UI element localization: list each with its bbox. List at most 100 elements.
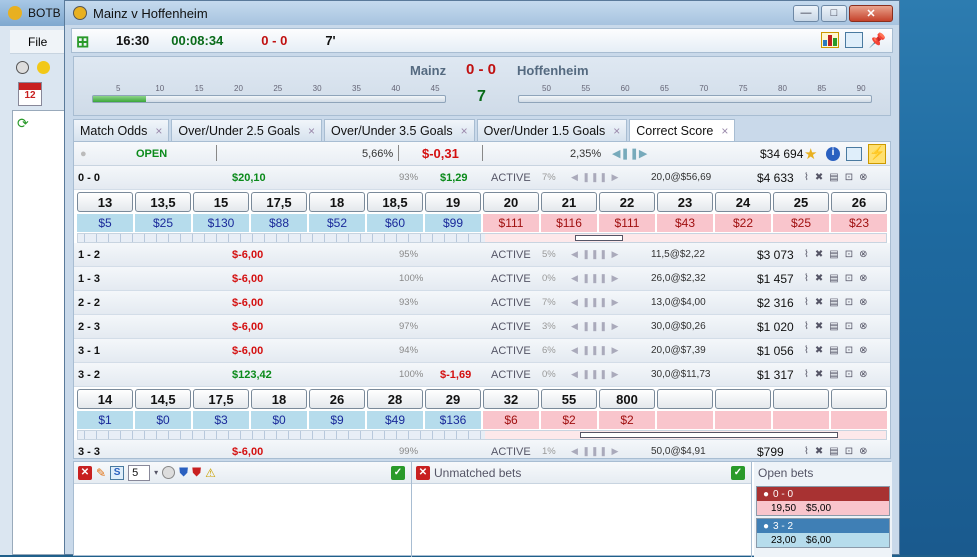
- back-amount[interactable]: $3: [193, 411, 249, 429]
- mini-controls-icon[interactable]: ◀ ❚❚❚ ▶: [571, 446, 619, 457]
- price-button[interactable]: 26: [831, 192, 887, 212]
- price-button[interactable]: 55: [541, 389, 597, 409]
- mini-controls-icon[interactable]: ◀ ❚❚❚ ▶: [571, 321, 619, 332]
- media-controls-icon[interactable]: ◀❚❚▶: [612, 147, 647, 160]
- back-amount[interactable]: $9: [309, 411, 365, 429]
- price-button[interactable]: 21: [541, 192, 597, 212]
- menu-file[interactable]: File: [28, 35, 47, 49]
- lay-amount[interactable]: [715, 411, 771, 429]
- market-window[interactable]: Mainz v Hoffenheim — □ ✕ ⊞ 16:30 00:08:3…: [64, 0, 900, 557]
- lay-amount[interactable]: $116: [541, 214, 597, 232]
- back-amount[interactable]: $1: [77, 411, 133, 429]
- depth-marker[interactable]: [575, 235, 623, 241]
- chart-line-icon[interactable]: ⌇: [804, 369, 809, 380]
- mini-controls-icon[interactable]: ◀ ❚❚❚ ▶: [571, 297, 619, 308]
- price-button[interactable]: 32: [483, 389, 539, 409]
- lay-amount[interactable]: [831, 411, 887, 429]
- back-amount[interactable]: $5: [77, 214, 133, 232]
- dropdown-icon[interactable]: ▾: [154, 468, 158, 477]
- expand-icon[interactable]: ⊡: [845, 321, 853, 332]
- back-amount[interactable]: $130: [193, 214, 249, 232]
- price-button[interactable]: 25: [773, 192, 829, 212]
- depth-marker[interactable]: [580, 432, 838, 438]
- price-button[interactable]: 17,5: [251, 192, 307, 212]
- close-row-icon[interactable]: ⊗: [859, 273, 867, 284]
- lay-amount[interactable]: $25: [773, 214, 829, 232]
- list-icon[interactable]: ▤: [829, 249, 838, 260]
- price-button[interactable]: 18,5: [367, 192, 423, 212]
- back-amount[interactable]: $25: [135, 214, 191, 232]
- list-icon[interactable]: ▤: [829, 172, 838, 183]
- warning-icon[interactable]: ⚠: [205, 466, 216, 480]
- chart-line-icon[interactable]: ⌇: [804, 345, 809, 356]
- back-amount[interactable]: $88: [251, 214, 307, 232]
- lay-amount[interactable]: $2: [599, 411, 655, 429]
- chart-line-icon[interactable]: ⌇: [804, 446, 809, 457]
- back-amount[interactable]: $0: [251, 411, 307, 429]
- back-amount[interactable]: $60: [367, 214, 423, 232]
- price-button[interactable]: [657, 389, 713, 409]
- price-button[interactable]: 20: [483, 192, 539, 212]
- close-row-icon[interactable]: ⊗: [859, 345, 867, 356]
- tab-correct-score[interactable]: Correct Score ×: [629, 119, 736, 142]
- yellow-circle-icon[interactable]: [37, 60, 50, 74]
- expand-icon[interactable]: ⊡: [845, 172, 853, 183]
- open-bet-card[interactable]: ● 3 - 2 23,00 $6,00: [756, 518, 890, 548]
- info-icon[interactable]: i: [826, 146, 840, 161]
- star-icon[interactable]: ★: [804, 145, 817, 163]
- runner-row[interactable]: 2 - 2 $-6,00 93% ACTIVE 7% ◀ ❚❚❚ ▶ 13,0@$4,00 $…: [74, 291, 890, 315]
- expand-icon[interactable]: ⊡: [845, 446, 853, 457]
- list-icon[interactable]: ▤: [829, 345, 838, 356]
- price-button[interactable]: [831, 389, 887, 409]
- price-button[interactable]: 15: [193, 192, 249, 212]
- s-icon[interactable]: S: [110, 465, 125, 480]
- lay-amount[interactable]: $23: [831, 214, 887, 232]
- minimize-button[interactable]: —: [793, 4, 819, 22]
- close-button[interactable]: ✕: [849, 4, 893, 22]
- lay-amount[interactable]: $111: [599, 214, 655, 232]
- tab-match-odds[interactable]: Match Odds ×: [73, 119, 170, 141]
- price-button[interactable]: 800: [599, 389, 655, 409]
- back-amount[interactable]: $136: [425, 411, 481, 429]
- tools-icon[interactable]: ✖: [815, 345, 823, 356]
- price-button[interactable]: 22: [599, 192, 655, 212]
- stake-input[interactable]: [128, 464, 151, 481]
- tab-over-under-3-5-goals[interactable]: Over/Under 3.5 Goals ×: [324, 119, 475, 141]
- close-tab-icon[interactable]: ×: [461, 124, 468, 138]
- price-button[interactable]: 24: [715, 192, 771, 212]
- price-button[interactable]: 19: [425, 192, 481, 212]
- confirm-unmatched-icon[interactable]: ✓: [731, 465, 745, 480]
- close-row-icon[interactable]: ⊗: [859, 172, 867, 183]
- confirm-icon[interactable]: ✓: [391, 465, 405, 480]
- runner-row[interactable]: 3 - 1 $-6,00 94% ACTIVE 6% ◀ ❚❚❚ ▶ 20,0@$7,39 $…: [74, 339, 890, 363]
- price-button[interactable]: 14,5: [135, 389, 191, 409]
- back-amount[interactable]: $99: [425, 214, 481, 232]
- tab-over-under-2-5-goals[interactable]: Over/Under 2.5 Goals ×: [171, 119, 323, 141]
- price-button[interactable]: 26: [309, 389, 365, 409]
- list-icon[interactable]: ▤: [829, 321, 838, 332]
- mini-controls-icon[interactable]: ◀ ❚❚❚ ▶: [571, 172, 619, 183]
- close-row-icon[interactable]: ⊗: [859, 369, 867, 380]
- price-button[interactable]: 18: [251, 389, 307, 409]
- runner-row[interactable]: 3 - 2 $123,42 100% $-1,69 ACTIVE 0% ◀ ❚❚❚ ▶ 30,…: [74, 363, 890, 387]
- lay-amount[interactable]: $6: [483, 411, 539, 429]
- list-icon[interactable]: ▤: [829, 369, 838, 380]
- close-tab-icon[interactable]: ×: [308, 124, 315, 138]
- expand-icon[interactable]: ⊡: [845, 249, 853, 260]
- expand-icon[interactable]: ⊡: [845, 273, 853, 284]
- close-tab-icon[interactable]: ×: [613, 124, 620, 138]
- shield-blue-icon[interactable]: ⛊: [179, 465, 188, 480]
- soccer-ball-icon[interactable]: [16, 60, 29, 74]
- tools-icon[interactable]: ✖: [815, 321, 823, 332]
- chart-line-icon[interactable]: ⌇: [804, 273, 809, 284]
- lay-amount[interactable]: $111: [483, 214, 539, 232]
- lightning-icon[interactable]: ⚡: [868, 143, 886, 164]
- lay-amount[interactable]: $22: [715, 214, 771, 232]
- price-button[interactable]: 28: [367, 389, 423, 409]
- expand-icon[interactable]: ⊡: [845, 297, 853, 308]
- mini-controls-icon[interactable]: ◀ ❚❚❚ ▶: [571, 345, 619, 356]
- back-amount[interactable]: $52: [309, 214, 365, 232]
- lay-amount[interactable]: [773, 411, 829, 429]
- chart-line-icon[interactable]: ⌇: [804, 321, 809, 332]
- calendar-icon[interactable]: 12: [18, 82, 42, 106]
